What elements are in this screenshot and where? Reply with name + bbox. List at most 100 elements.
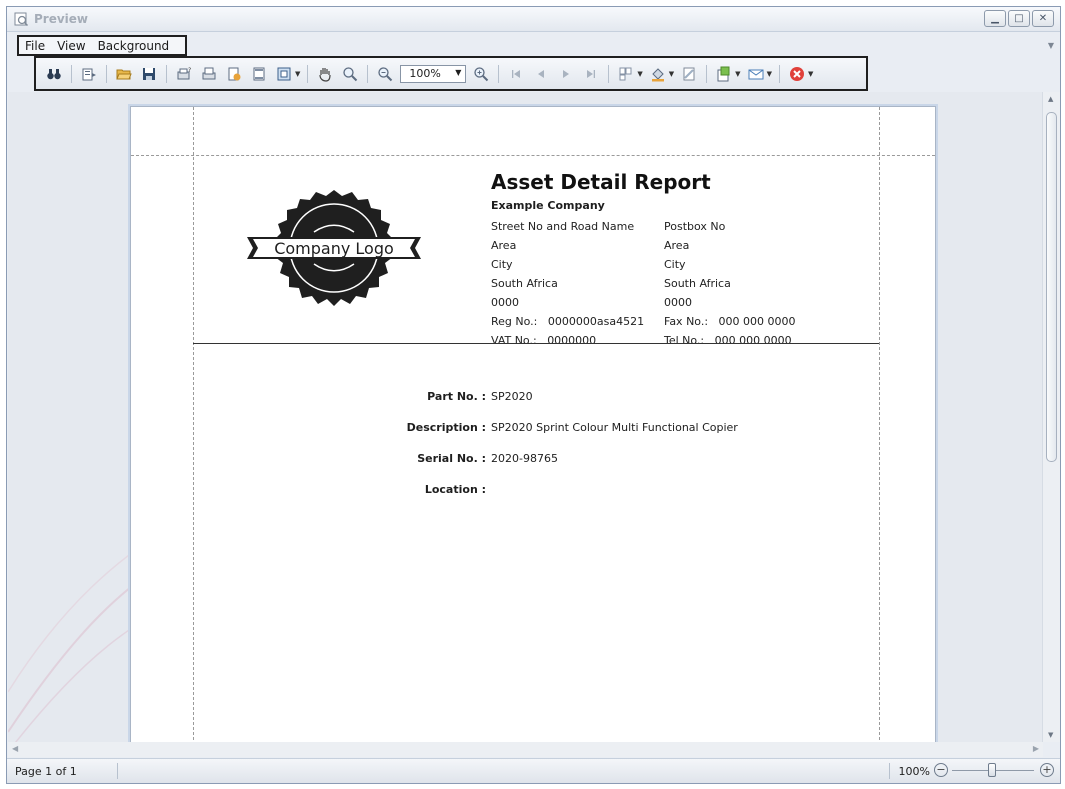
minus-icon: −: [936, 763, 946, 776]
close-preview-button[interactable]: [787, 64, 807, 84]
magnifier-icon: [343, 66, 358, 81]
vertical-scrollbar[interactable]: ▲ ▼: [1042, 92, 1060, 742]
scroll-right-icon[interactable]: ▶: [1033, 744, 1039, 753]
scale-dropdown-icon[interactable]: ▼: [295, 70, 300, 78]
close-button[interactable]: ✕: [1032, 10, 1054, 27]
menu-overflow-icon[interactable]: ▼: [1048, 41, 1054, 50]
multiple-pages-button[interactable]: [616, 64, 636, 84]
horizontal-scrollbar[interactable]: ◀ ▶: [8, 742, 1043, 757]
scroll-left-icon[interactable]: ◀: [12, 744, 18, 753]
minimize-icon: ▁: [991, 13, 999, 24]
street-address: Street No and Road Name Area City South …: [491, 217, 644, 350]
address-line: Area: [664, 239, 690, 252]
menu-background[interactable]: Background: [98, 39, 170, 53]
document-map-button[interactable]: [79, 64, 99, 84]
serial-no-label: Serial No. :: [417, 452, 486, 465]
save-button[interactable]: [139, 64, 159, 84]
page-indicator: Page 1 of 1: [15, 765, 77, 778]
multiple-pages-icon: [619, 67, 632, 80]
zoom-in-button[interactable]: [471, 64, 491, 84]
fax-no-value: 000 000 0000: [718, 315, 796, 328]
export-button[interactable]: [714, 64, 734, 84]
status-separator: [889, 763, 890, 779]
plus-icon: +: [1042, 763, 1052, 776]
zoom-out-button[interactable]: [375, 64, 395, 84]
scroll-down-icon[interactable]: ▼: [1048, 731, 1053, 739]
open-button[interactable]: [114, 64, 134, 84]
magnifier-button[interactable]: [340, 64, 360, 84]
hand-tool-button[interactable]: [315, 64, 335, 84]
close-icon: ✕: [1038, 13, 1048, 24]
background-color-button[interactable]: [648, 64, 668, 84]
zoom-slider-thumb[interactable]: [988, 763, 996, 777]
open-icon: [116, 69, 132, 79]
title-bar: Preview ▁ □ ✕: [7, 7, 1060, 32]
preview-toolbar: ? ▼ 100% ▼ ▼ ▼ ▼ ▼ ▼: [34, 56, 868, 91]
address-line: 0000: [664, 296, 692, 309]
toolbar-separator: [166, 64, 167, 83]
minimize-button[interactable]: ▁: [984, 10, 1006, 27]
print-button[interactable]: [199, 64, 219, 84]
last-page-icon: [587, 69, 596, 78]
preview-app-icon: [14, 12, 29, 27]
postal-address: Postbox No Area City South Africa 0000 F…: [664, 217, 796, 350]
toolbar-options-icon[interactable]: ▼: [808, 70, 813, 78]
address-line: South Africa: [491, 277, 558, 290]
window-title: Preview: [34, 12, 89, 26]
zoom-combo[interactable]: 100% ▼: [400, 64, 467, 83]
description-value: SP2020 Sprint Colour Multi Functional Co…: [491, 421, 738, 434]
first-page-icon: [512, 69, 521, 78]
location-label: Location :: [424, 483, 486, 496]
close-preview-icon: [789, 66, 804, 81]
menu-view[interactable]: View: [57, 39, 85, 53]
address-line: South Africa: [664, 277, 731, 290]
background-color-icon: [651, 67, 664, 81]
last-page-button[interactable]: [581, 64, 601, 84]
watermark-icon: [683, 67, 695, 80]
export-dropdown-icon[interactable]: ▼: [735, 70, 740, 78]
vertical-scroll-thumb[interactable]: [1046, 112, 1057, 462]
address-line: City: [664, 258, 686, 271]
zoom-out-status-button[interactable]: −: [934, 763, 948, 777]
toolbar-separator: [778, 64, 780, 83]
email-dropdown-icon[interactable]: ▼: [767, 70, 772, 78]
quick-print-button[interactable]: [224, 64, 244, 84]
document-viewer[interactable]: Company Logo Asset Detail Report Example…: [8, 92, 1043, 742]
header-divider: [193, 343, 879, 344]
page-setup-button[interactable]: ?: [174, 64, 194, 84]
maximize-button[interactable]: □: [1008, 10, 1030, 27]
scale-button[interactable]: [274, 64, 294, 84]
previous-page-button[interactable]: [531, 64, 551, 84]
email-button[interactable]: [746, 64, 766, 84]
background-color-dropdown-icon[interactable]: ▼: [669, 70, 674, 78]
vat-no-line: VAT No.: 0000000: [491, 331, 644, 350]
toolbar-separator: [307, 64, 309, 83]
margin-guide-top: [131, 155, 935, 156]
company-name: Example Company: [491, 199, 605, 212]
address-line: 0000: [491, 296, 519, 309]
scroll-up-icon[interactable]: ▲: [1048, 95, 1053, 103]
menu-file[interactable]: File: [25, 39, 45, 53]
print-icon: [202, 67, 216, 79]
report-title: Asset Detail Report: [491, 170, 711, 194]
header-footer-button[interactable]: [249, 64, 269, 84]
preview-window: Preview ▁ □ ✕ File View Background ▼ ? ▼…: [6, 6, 1061, 784]
find-button[interactable]: [44, 64, 64, 84]
zoom-in-status-button[interactable]: +: [1040, 763, 1054, 777]
address-line: Area: [491, 239, 517, 252]
quick-print-icon: [228, 67, 241, 80]
watermark-button[interactable]: [679, 64, 699, 84]
vat-no-label: VAT No.:: [491, 334, 537, 347]
address-line: Postbox No: [664, 220, 726, 233]
previous-page-icon: [538, 69, 545, 78]
toolbar-separator: [367, 64, 369, 83]
header-footer-icon: [253, 67, 265, 80]
chevron-down-icon: ▼: [455, 67, 462, 77]
part-no-value: SP2020: [491, 390, 533, 403]
scale-icon: [277, 67, 291, 80]
export-icon: [717, 66, 730, 81]
next-page-button[interactable]: [556, 64, 576, 84]
zoom-value: 100%: [409, 67, 441, 80]
multiple-pages-dropdown-icon[interactable]: ▼: [637, 70, 642, 78]
first-page-button[interactable]: [506, 64, 526, 84]
